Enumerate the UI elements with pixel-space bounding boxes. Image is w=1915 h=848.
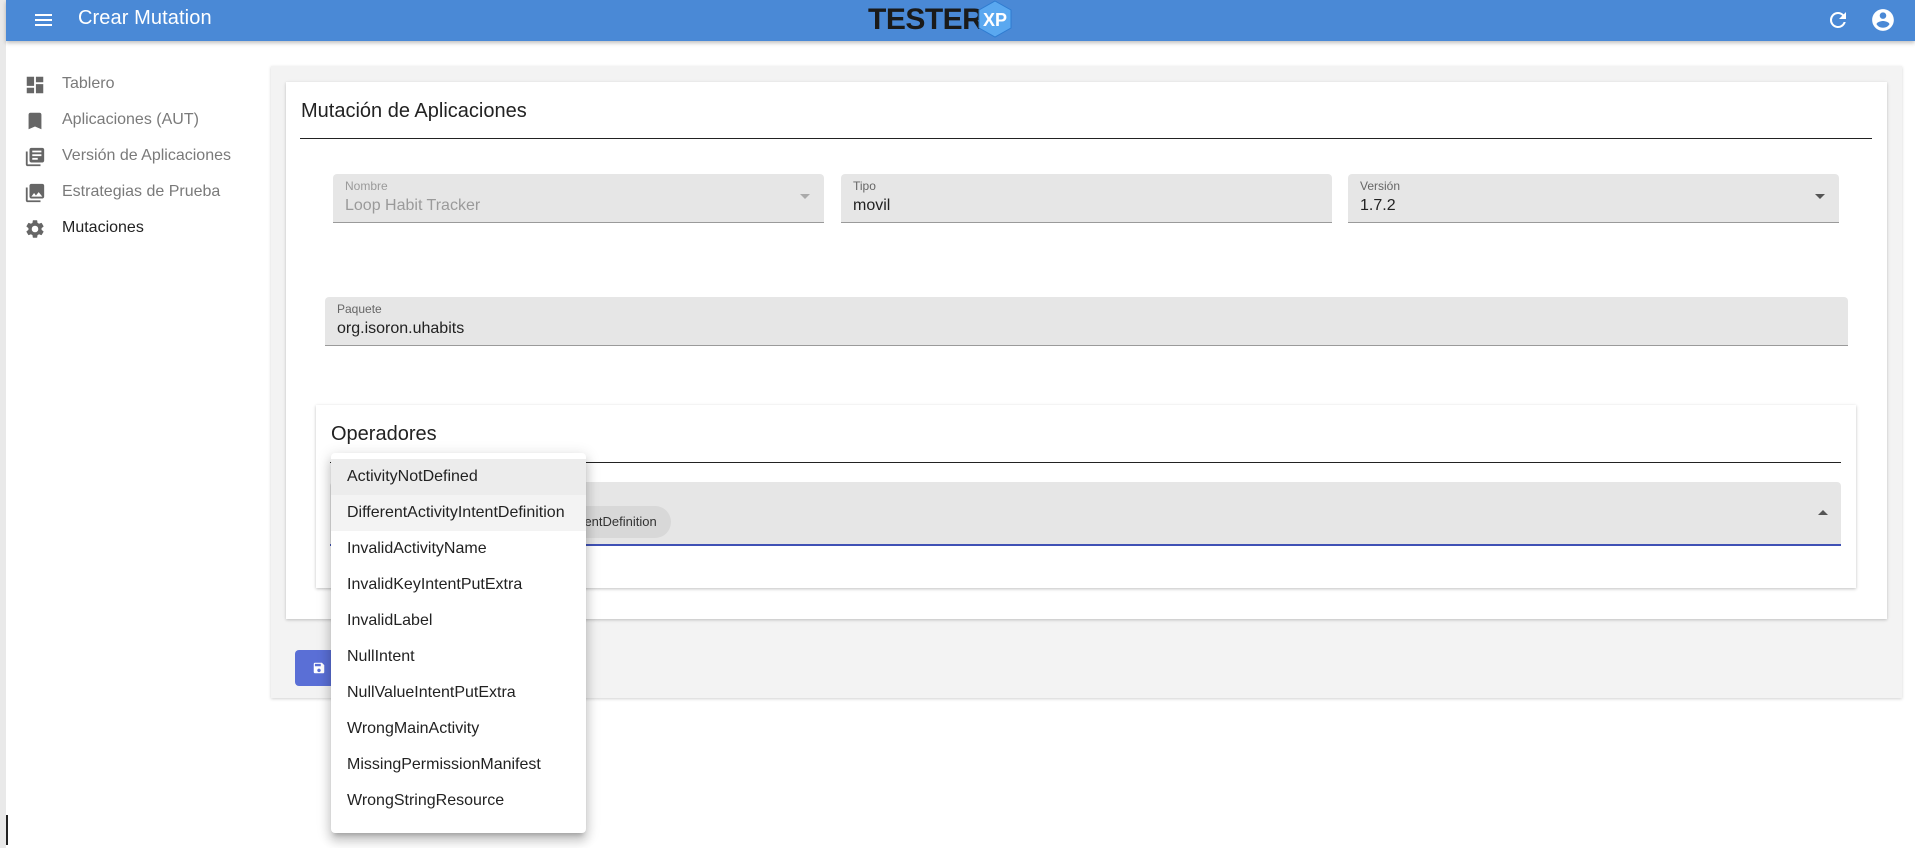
save-icon [313,662,325,674]
gear-icon [26,220,44,238]
sidebar-item-tablero[interactable]: Tablero [6,66,266,102]
dropdown-option[interactable]: InvalidLabel [331,603,586,639]
dropdown-option[interactable]: InvalidActivityName [331,531,586,567]
sidebar-item-label: Estrategias de Prueba [62,183,221,200]
logo-hexagon-icon: XP [978,0,1012,38]
page-title: Crear Mutation [78,7,212,29]
top-app-bar: Crear Mutation TESTER XP [6,0,1915,41]
dropdown-option[interactable]: NullIntent [331,639,586,675]
tipo-label: Tipo [853,179,876,193]
sidebar-item-versiones[interactable]: Versión de Aplicaciones [6,138,266,174]
dropdown-option[interactable]: DifferentActivityIntentDefinition [331,495,586,531]
operators-title: Operadores [331,423,437,445]
logo-badge-text: XP [983,10,1007,30]
refresh-icon[interactable] [1826,8,1850,32]
photo-library-icon [25,183,45,203]
chevron-down-icon [800,194,810,199]
paquete-label: Paquete [337,302,382,316]
section-divider [300,138,1872,139]
dropdown-option[interactable]: MissingPermissionManifest [331,747,586,783]
nombre-value: Loop Habit Tracker [345,197,481,214]
version-value: 1.7.2 [1360,197,1396,214]
tipo-value: movil [853,197,891,214]
sidebar-nav: Tablero Aplicaciones (AUT) Versión de Ap… [6,41,266,848]
sidebar-item-label: Versión de Aplicaciones [62,147,231,164]
nombre-select[interactable]: Nombre Loop Habit Tracker [333,174,824,223]
bookmark-icon [28,112,42,130]
dropdown-option[interactable]: InvalidKeyIntentPutExtra [331,567,586,603]
sidebar-item-label: Mutaciones [62,219,144,236]
sidebar-item-label: Aplicaciones (AUT) [62,111,199,128]
sidebar-item-estrategias[interactable]: Estrategias de Prueba [6,174,266,210]
nombre-label: Nombre [345,179,388,193]
version-label: Versión [1360,179,1401,193]
version-select[interactable]: Versión 1.7.2 [1348,174,1839,223]
paquete-field[interactable]: Paquete org.isoron.uhabits [325,297,1848,346]
dropdown-option[interactable]: WrongMainActivity [331,711,586,747]
section-title: Mutación de Aplicaciones [301,100,527,122]
sidebar-item-aplicaciones[interactable]: Aplicaciones (AUT) [6,102,266,138]
operators-dropdown-menu: ActivityNotDefined DifferentActivityInte… [331,453,586,833]
dropdown-option[interactable]: ActivityNotDefined [331,459,586,495]
paquete-value: org.isoron.uhabits [337,320,465,337]
dropdown-option[interactable]: NullValueIntentPutExtra [331,675,586,711]
library-books-icon [25,147,45,167]
sidebar-item-mutaciones[interactable]: Mutaciones [6,210,266,246]
logo-text: TESTER [868,3,984,36]
sidebar-item-label: Tablero [62,75,115,92]
chevron-up-icon[interactable] [1818,510,1828,515]
hamburger-menu-icon[interactable] [32,9,56,31]
account-circle-icon[interactable] [1870,7,1896,33]
dashboard-icon [26,76,44,94]
chevron-down-icon [1815,194,1825,199]
dropdown-option[interactable]: WrongStringResource [331,783,586,819]
tipo-field[interactable]: Tipo movil [841,174,1332,223]
